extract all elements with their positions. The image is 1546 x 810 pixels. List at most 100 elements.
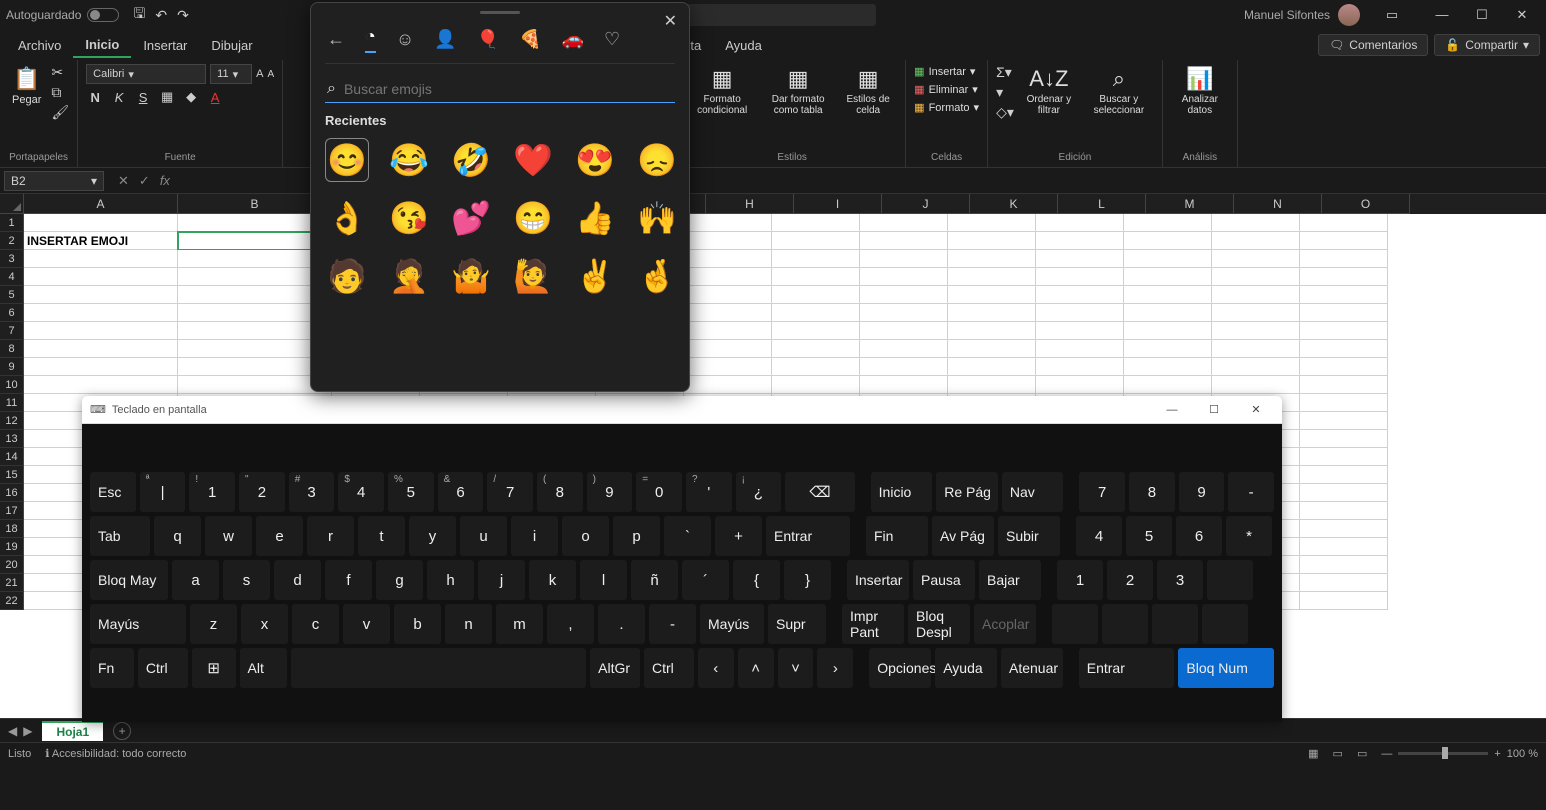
key[interactable]: 3# (289, 472, 335, 512)
row-header[interactable]: 7 (0, 322, 24, 340)
cell[interactable] (178, 322, 332, 340)
key[interactable]: v (343, 604, 390, 644)
cell[interactable] (1124, 322, 1212, 340)
cell[interactable] (1124, 250, 1212, 268)
key[interactable]: o (562, 516, 609, 556)
cell[interactable] (1212, 376, 1300, 394)
cell[interactable] (1300, 592, 1388, 610)
view-normal-icon[interactable]: ▦ (1308, 747, 1318, 760)
emoji-item[interactable]: 😘 (387, 196, 431, 240)
key[interactable]: e (256, 516, 303, 556)
cell[interactable]: INSERTAR EMOJI (24, 232, 178, 250)
cell-styles-button[interactable]: ▦Estilos de celda (839, 64, 897, 118)
paste-button[interactable]: 📋Pegar (8, 64, 45, 108)
row-header[interactable]: 6 (0, 304, 24, 322)
cell[interactable] (178, 376, 332, 394)
bold-icon[interactable]: N (86, 90, 104, 105)
col-header[interactable]: A (24, 194, 178, 214)
key[interactable]: + (715, 516, 762, 556)
cell[interactable] (1300, 430, 1388, 448)
key[interactable]: Insertar (847, 560, 909, 600)
cell[interactable] (1036, 268, 1124, 286)
cell[interactable] (1300, 502, 1388, 520)
key[interactable]: 6& (438, 472, 484, 512)
cell[interactable] (772, 304, 860, 322)
row-header[interactable]: 2 (0, 232, 24, 250)
cell[interactable] (178, 268, 332, 286)
cell[interactable] (1300, 214, 1388, 232)
row-header[interactable]: 19 (0, 538, 24, 556)
cell[interactable] (1036, 214, 1124, 232)
cell[interactable] (178, 340, 332, 358)
key[interactable]: 1 (1057, 560, 1103, 600)
autosum-icon[interactable]: Σ▾ (996, 64, 1014, 81)
tab-archivo[interactable]: Archivo (6, 34, 73, 57)
key[interactable] (1152, 604, 1198, 644)
grow-font-icon[interactable]: A (256, 68, 263, 80)
cell[interactable] (1300, 322, 1388, 340)
minimize-icon[interactable]: ― (1154, 404, 1190, 416)
key[interactable]: z (190, 604, 237, 644)
key[interactable]: Alt (240, 648, 288, 688)
cell[interactable] (860, 232, 948, 250)
cell[interactable] (948, 340, 1036, 358)
save-icon[interactable]: 🖫 (133, 3, 145, 27)
cell[interactable] (1036, 232, 1124, 250)
key[interactable]: ¿¡ (736, 472, 782, 512)
key[interactable]: Ctrl (644, 648, 694, 688)
key[interactable]: Mayús (700, 604, 764, 644)
emoji-search[interactable]: ⌕ (325, 76, 675, 103)
cell[interactable] (1300, 394, 1388, 412)
emoji-item[interactable]: 🤣 (449, 138, 493, 182)
cell[interactable] (860, 250, 948, 268)
key[interactable] (1102, 604, 1148, 644)
cell[interactable] (178, 232, 332, 250)
clear-icon[interactable]: ◇▾ (996, 104, 1014, 121)
key[interactable]: ´ (682, 560, 729, 600)
row-header[interactable]: 8 (0, 340, 24, 358)
row-header[interactable]: 1 (0, 214, 24, 232)
cell[interactable] (1212, 268, 1300, 286)
category-food-icon[interactable]: 🍕 (519, 29, 541, 50)
emoji-item[interactable]: 😂 (387, 138, 431, 182)
key[interactable]: q (154, 516, 201, 556)
col-header[interactable]: L (1058, 194, 1146, 214)
key[interactable]: 3 (1157, 560, 1203, 600)
key[interactable]: b (394, 604, 441, 644)
key[interactable]: 2 (1107, 560, 1153, 600)
cell[interactable] (772, 214, 860, 232)
key[interactable]: 1! (189, 472, 235, 512)
key[interactable]: j (478, 560, 525, 600)
key[interactable]: Tab (90, 516, 150, 556)
category-people-icon[interactable]: 👤 (434, 29, 456, 50)
cell[interactable] (1036, 340, 1124, 358)
cell[interactable] (1300, 232, 1388, 250)
key[interactable]: l (580, 560, 627, 600)
key[interactable]: t (358, 516, 405, 556)
fill-icon[interactable]: ▾ (996, 84, 1014, 101)
key[interactable]: Esc (90, 472, 136, 512)
key[interactable]: Subir (998, 516, 1060, 556)
key[interactable]: ⊞ (192, 648, 236, 688)
key[interactable]: d (274, 560, 321, 600)
category-travel-icon[interactable]: 🚗 (562, 29, 584, 50)
undo-icon[interactable]: ↶ (155, 7, 167, 24)
tab-ayuda[interactable]: Ayuda (713, 34, 774, 57)
cell[interactable] (24, 286, 178, 304)
row-header[interactable]: 20 (0, 556, 24, 574)
emoji-item[interactable]: 😍 (573, 138, 617, 182)
emoji-item[interactable]: 😞 (635, 138, 679, 182)
cell[interactable] (772, 232, 860, 250)
find-select-button[interactable]: ⌕Buscar y seleccionar (1084, 64, 1154, 118)
close-icon[interactable]: ✕ (664, 11, 677, 31)
key[interactable]: Entrar (1079, 648, 1175, 688)
row-header[interactable]: 12 (0, 412, 24, 430)
row-header[interactable]: 11 (0, 394, 24, 412)
fx-icon[interactable]: fx (160, 173, 170, 189)
key[interactable]: Ctrl (138, 648, 188, 688)
cell[interactable] (1212, 358, 1300, 376)
cell[interactable] (772, 358, 860, 376)
key[interactable]: Opciones (869, 648, 931, 688)
cell[interactable] (684, 322, 772, 340)
col-header[interactable]: K (970, 194, 1058, 214)
